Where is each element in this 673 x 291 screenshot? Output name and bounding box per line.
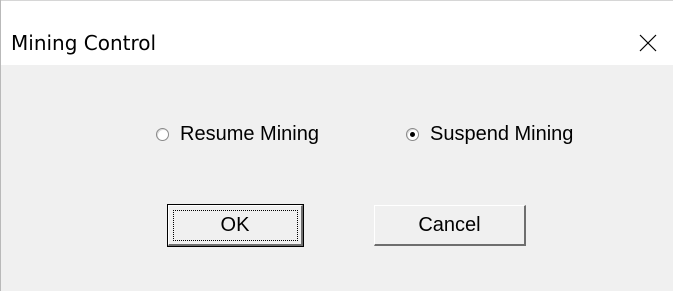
radio-checked-icon xyxy=(406,127,419,141)
radio-unchecked-icon xyxy=(156,127,169,141)
resume-mining-radio[interactable]: Resume Mining xyxy=(156,123,319,145)
mining-control-dialog: Mining Control Resume Mining Suspend Min… xyxy=(0,0,673,291)
title-bar[interactable]: Mining Control xyxy=(1,1,673,65)
ok-button-label: OK xyxy=(220,214,250,236)
ok-button[interactable]: OK xyxy=(167,204,304,247)
cancel-button-label: Cancel xyxy=(418,214,481,236)
close-icon xyxy=(639,34,657,52)
close-button[interactable] xyxy=(628,25,668,61)
resume-mining-label: Resume Mining xyxy=(180,123,319,145)
radio-dot-icon xyxy=(410,131,415,137)
cancel-button[interactable]: Cancel xyxy=(374,205,526,246)
suspend-mining-label: Suspend Mining xyxy=(430,123,574,145)
suspend-mining-radio[interactable]: Suspend Mining xyxy=(406,123,573,145)
dialog-title: Mining Control xyxy=(11,31,157,55)
dialog-body: Resume Mining Suspend Mining OK Cancel xyxy=(1,65,673,291)
